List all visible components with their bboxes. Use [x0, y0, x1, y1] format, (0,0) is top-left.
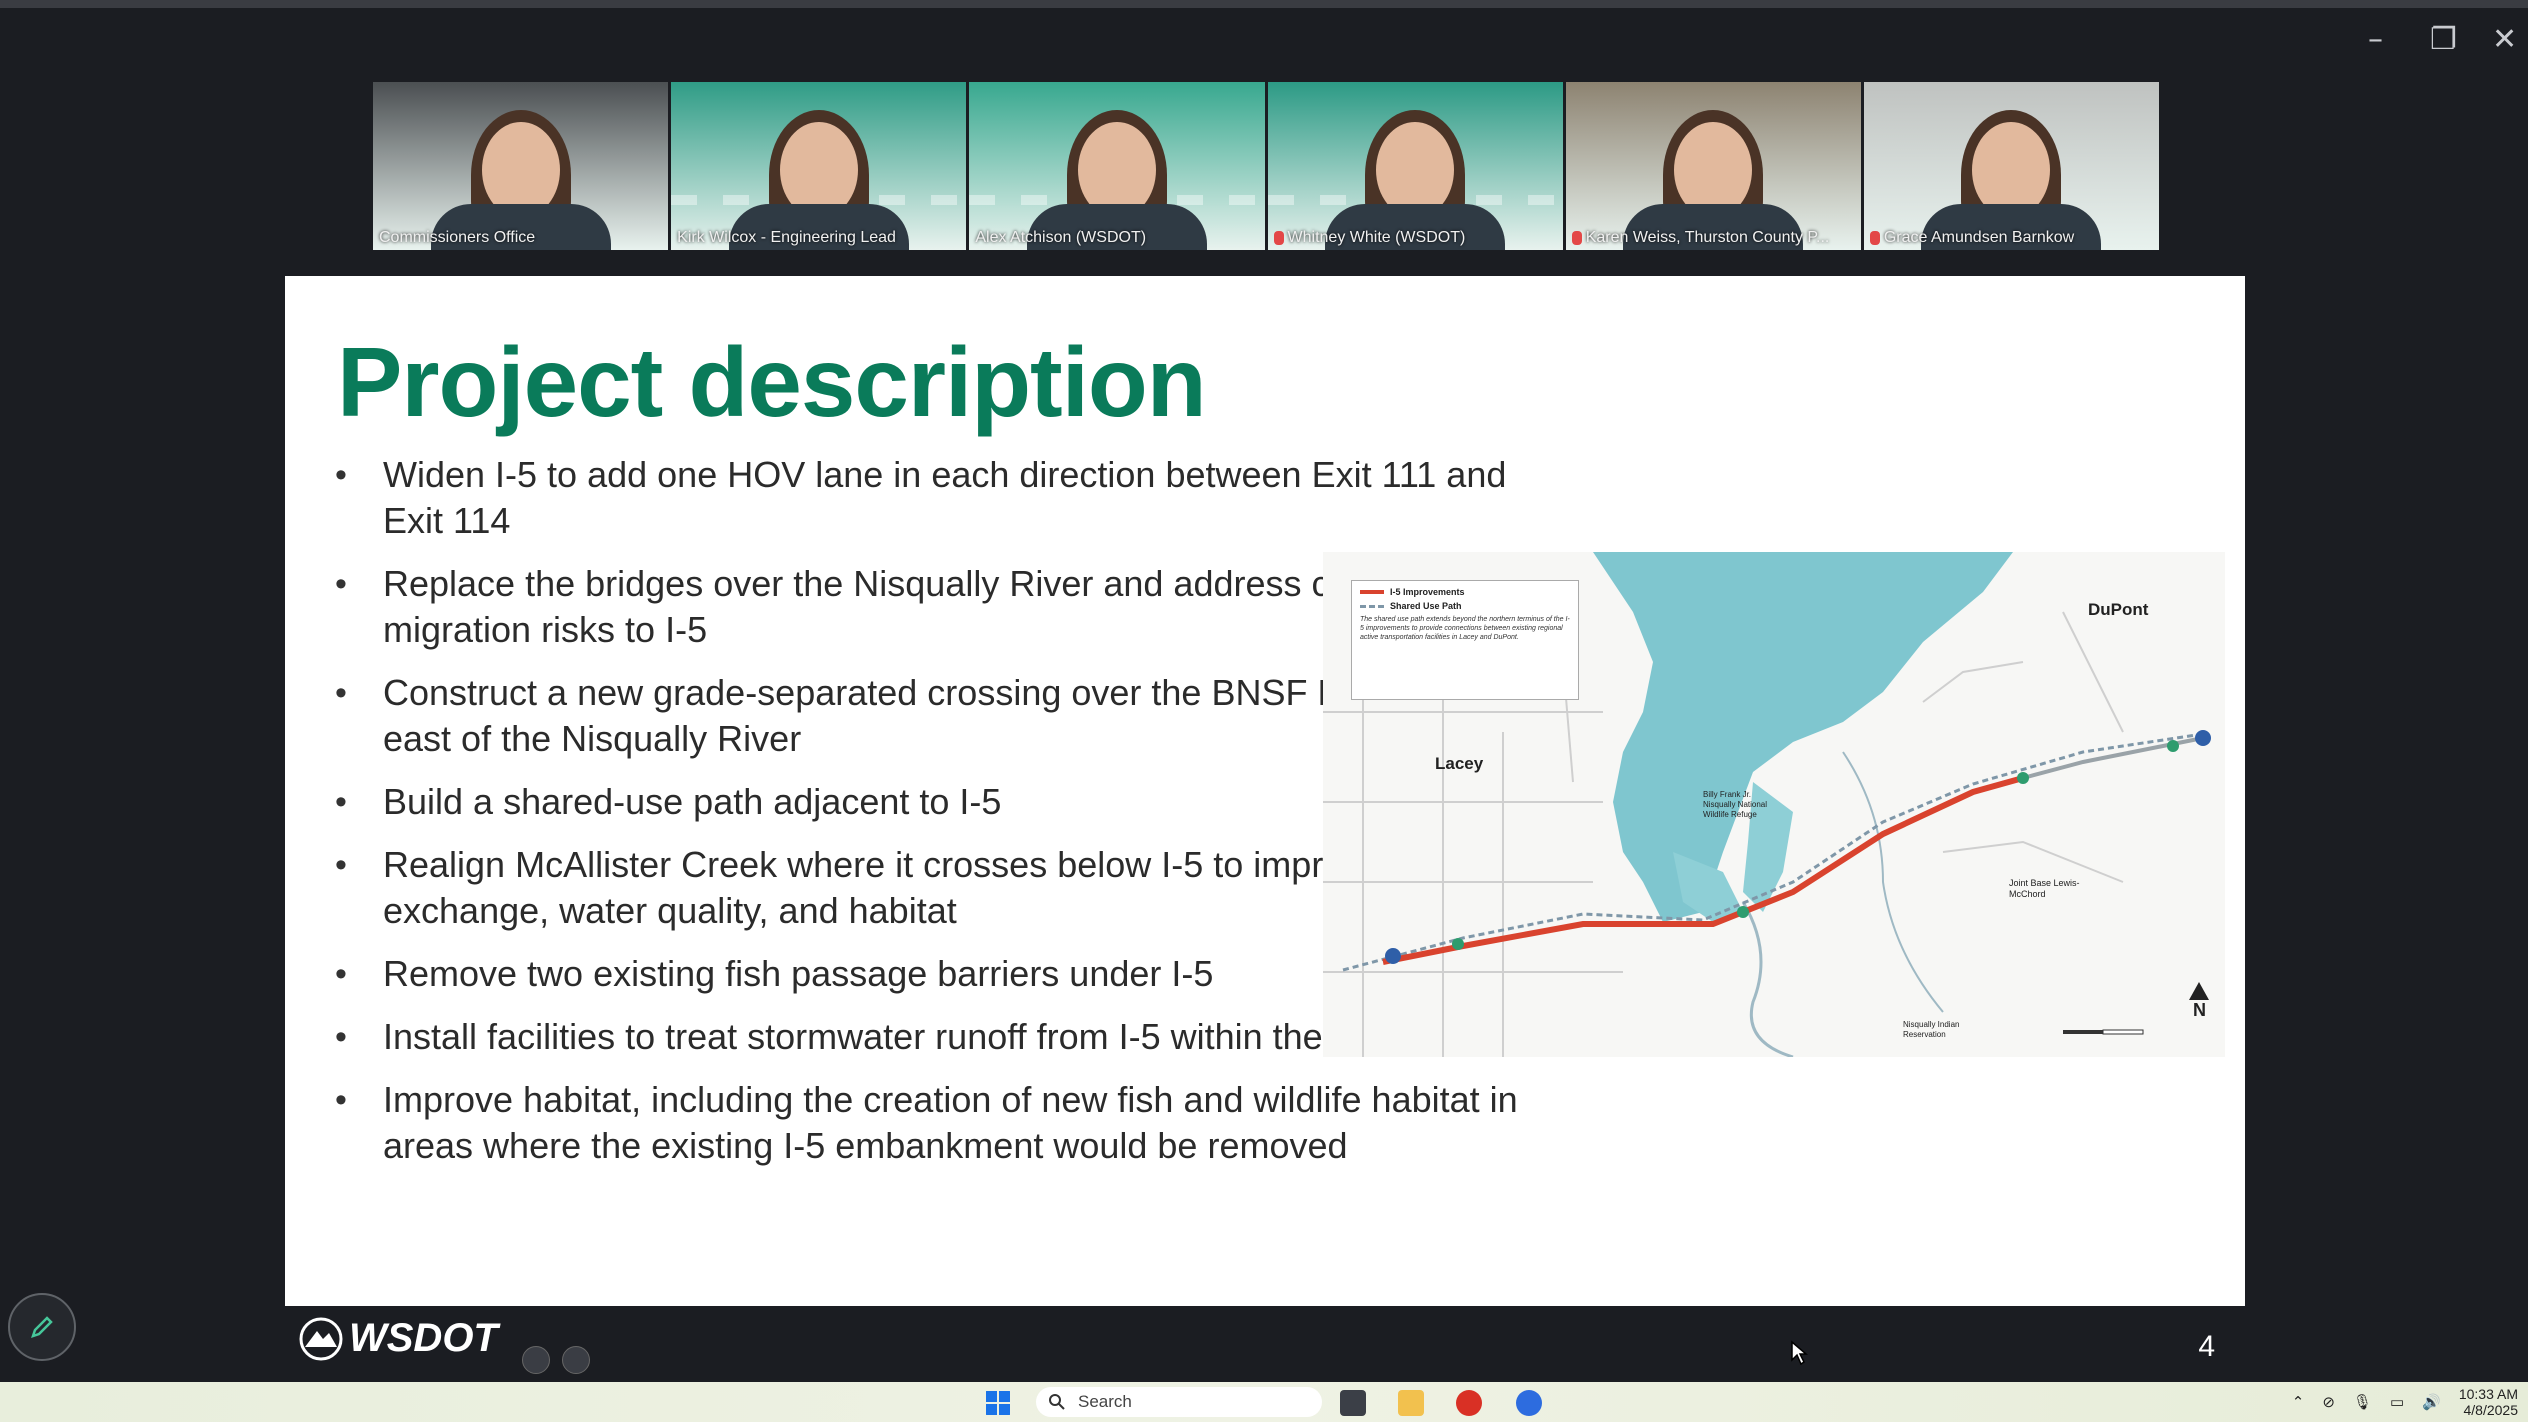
participant-name-text: Grace Amundsen Barnkow — [1883, 229, 2075, 246]
wsdot-logo: WSDOT — [299, 1316, 498, 1361]
participant-tile[interactable]: Karen Weiss, Thurston County P... — [1565, 82, 1861, 250]
mic-muted-icon — [1869, 231, 1880, 245]
slide-page-number: 4 — [2198, 1330, 2215, 1363]
microphone-icon[interactable]: 🎙 — [2353, 1393, 2372, 1411]
network-off-icon[interactable]: ⊘ — [2322, 1393, 2335, 1411]
map-label-jblm: Joint Base Lewis-McChord — [2009, 878, 2080, 899]
participant-name: Commissioners Office — [379, 229, 535, 247]
participant-name-text: Commissioners Office — [379, 229, 536, 246]
minimize-icon[interactable]: – — [2368, 22, 2383, 57]
participant-name-text: Whitney White (WSDOT) — [1287, 229, 1466, 246]
map-legend: I-5 Improvements Shared Use Path The sha… — [1351, 580, 1579, 700]
shared-slide: Project description Widen I-5 to add one… — [285, 276, 2245, 1306]
task-view-icon[interactable] — [1340, 1390, 1366, 1416]
mic-muted-icon — [1273, 231, 1284, 245]
participant-video — [1026, 100, 1207, 250]
system-tray: ⌃ ⊘ 🎙 ▭ 🔊 10:33 AM 4/8/2025 — [2292, 1386, 2518, 1418]
map-label-reservation: Nisqually Indian Reservation — [1903, 1020, 1960, 1039]
participant-name: Kirk Wilcox - Engineering Lead — [677, 229, 896, 247]
participant-tile[interactable]: Commissioners Office — [373, 82, 669, 250]
taskbar-search-input[interactable]: Search — [1036, 1387, 1322, 1417]
participant-video — [1325, 100, 1506, 250]
participant-tile[interactable]: Whitney White (WSDOT) — [1267, 82, 1563, 250]
search-placeholder: Search — [1078, 1392, 1132, 1411]
taskbar-clock[interactable]: 10:33 AM 4/8/2025 — [2459, 1386, 2518, 1418]
bullet-item: Improve habitat, including the creation … — [333, 1077, 1563, 1169]
participant-tile[interactable]: Alex Atchison (WSDOT) — [969, 82, 1265, 250]
display-icon[interactable]: ▭ — [2390, 1393, 2404, 1411]
annotate-pen-button[interactable] — [8, 1293, 76, 1361]
bullet-item: Widen I-5 to add one HOV lane in each di… — [333, 452, 1563, 544]
participant-video — [1623, 100, 1804, 250]
participant-name-text: Kirk Wilcox - Engineering Lead — [677, 229, 896, 246]
zoom-app-icon[interactable] — [1516, 1390, 1542, 1416]
participant-name: Whitney White (WSDOT) — [1273, 229, 1466, 247]
participant-name: Grace Amundsen Barnkow — [1869, 229, 2075, 247]
slide-title: Project description — [337, 327, 1207, 437]
participant-video — [430, 100, 611, 250]
mouse-cursor-icon — [1791, 1340, 1808, 1366]
app-red-icon[interactable] — [1456, 1390, 1482, 1416]
file-explorer-icon[interactable] — [1398, 1390, 1424, 1416]
pen-icon — [31, 1316, 53, 1338]
north-arrow-label: N — [2193, 1000, 2206, 1020]
project-map: I-5 Improvements Shared Use Path The sha… — [1323, 552, 2225, 1057]
restore-icon[interactable]: ❐ — [2430, 22, 2457, 57]
participant-name-text: Alex Atchison (WSDOT) — [975, 229, 1147, 246]
volume-icon[interactable]: 🔊 — [2422, 1393, 2441, 1411]
window-top-edge — [0, 0, 2528, 8]
windows-taskbar: Search ⌃ ⊘ 🎙 ▭ 🔊 10:33 AM 4/8/2025 — [0, 1382, 2528, 1422]
map-label-refuge: Billy Frank Jr. Nisqually National Wildl… — [1703, 790, 1768, 819]
clock-date: 4/8/2025 — [2463, 1402, 2519, 1418]
participant-strip: Commissioners Office Kirk Wilcox - Engine… — [373, 82, 2160, 250]
chevron-up-icon[interactable]: ⌃ — [2292, 1393, 2305, 1411]
wsdot-logo-text: WSDOT — [349, 1316, 498, 1360]
legend-path-label: Shared Use Path — [1390, 601, 1462, 611]
clock-time: 10:33 AM — [2458, 1386, 2518, 1402]
map-label-dupont: DuPont — [2088, 600, 2149, 619]
participant-tile[interactable]: Kirk Wilcox - Engineering Lead — [671, 82, 967, 250]
legend-improvements-label: I-5 Improvements — [1390, 587, 1465, 597]
more-options-icon[interactable] — [562, 1346, 590, 1374]
participant-name: Alex Atchison (WSDOT) — [975, 229, 1146, 247]
map-label-lacey: Lacey — [1435, 754, 1484, 773]
close-icon[interactable]: ✕ — [2492, 22, 2517, 57]
participant-tile[interactable]: Grace Amundsen Barnkow — [1863, 82, 2160, 250]
slideshow-control-icon[interactable] — [522, 1346, 550, 1374]
windows-start-icon[interactable] — [985, 1390, 1011, 1416]
search-icon — [1049, 1394, 1065, 1410]
participant-name: Karen Weiss, Thurston County P... — [1571, 229, 1830, 247]
mic-muted-icon — [1571, 231, 1582, 245]
participant-name-text: Karen Weiss, Thurston County P... — [1585, 229, 1830, 246]
legend-note: The shared use path extends beyond the n… — [1360, 616, 1570, 641]
wsdot-mountain-icon — [299, 1317, 343, 1360]
participant-video — [728, 100, 909, 250]
participant-video — [1921, 100, 2102, 250]
